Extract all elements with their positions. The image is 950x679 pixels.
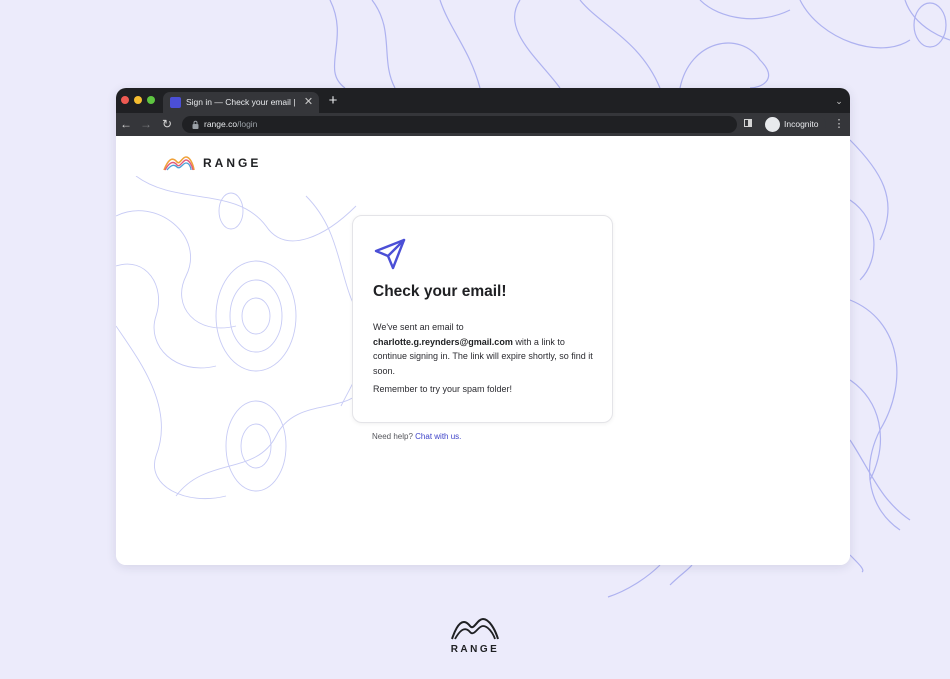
address-bar[interactable]: range.co/login ☆ bbox=[182, 116, 797, 133]
tab-sign-in[interactable]: Sign in — Check your email | R ✕ bbox=[163, 92, 319, 113]
profile-label: Incognito bbox=[784, 119, 819, 129]
tab-bar: Sign in — Check your email | R ✕ + ⌄ bbox=[116, 88, 850, 113]
side-panel-icon[interactable] bbox=[744, 119, 752, 127]
back-button[interactable]: ← bbox=[118, 116, 134, 132]
footer-wordmark: RANGE bbox=[450, 644, 500, 655]
card-message: We've sent an email to charlotte.g.reynd… bbox=[373, 320, 598, 378]
tab-title: Sign in — Check your email | R bbox=[186, 97, 298, 107]
close-icon[interactable]: ✕ bbox=[302, 95, 315, 109]
range-favicon-icon bbox=[170, 97, 181, 108]
help-line: Need help? Chat with us. bbox=[372, 431, 461, 443]
url-host: range.co bbox=[204, 119, 238, 129]
new-tab-button[interactable]: + bbox=[325, 92, 341, 109]
url-text: range.co/login bbox=[204, 118, 257, 131]
card-title: Check your email! bbox=[373, 283, 507, 300]
help-prefix: Need help? bbox=[372, 432, 413, 441]
browser-menu-button[interactable]: ⋮ bbox=[832, 116, 846, 133]
send-icon bbox=[374, 238, 406, 270]
chevron-down-icon[interactable]: ⌄ bbox=[832, 94, 846, 108]
zoom-window-button[interactable] bbox=[147, 96, 155, 104]
email-address: charlotte.g.reynders@gmail.com bbox=[373, 336, 513, 347]
range-logo-icon bbox=[163, 156, 195, 171]
lock-icon bbox=[192, 120, 199, 129]
chat-with-us-link[interactable]: Chat with us. bbox=[415, 432, 461, 441]
browser-toolbar: ← → ↻ range.co/login ☆ Incognito ⋮ bbox=[116, 113, 850, 136]
message-prefix: We've sent an email to bbox=[373, 322, 464, 332]
spam-folder-note: Remember to try your spam folder! bbox=[373, 384, 513, 394]
page-viewport: RANGE Check your email! We've sent an em… bbox=[116, 136, 850, 565]
url-path: /login bbox=[237, 119, 258, 129]
brand-wordmark: RANGE bbox=[203, 156, 262, 170]
range-footer-logo-icon bbox=[451, 617, 499, 640]
close-window-button[interactable] bbox=[121, 96, 129, 104]
reload-button[interactable]: ↻ bbox=[159, 116, 175, 132]
incognito-profile-button[interactable]: Incognito bbox=[762, 116, 826, 133]
browser-window: Sign in — Check your email | R ✕ + ⌄ ← →… bbox=[116, 88, 850, 565]
minimize-window-button[interactable] bbox=[134, 96, 142, 104]
check-email-card: Check your email! We've sent an email to… bbox=[352, 215, 613, 423]
forward-button[interactable]: → bbox=[138, 116, 154, 132]
page-contour-pattern bbox=[116, 176, 370, 500]
incognito-icon bbox=[765, 117, 780, 132]
